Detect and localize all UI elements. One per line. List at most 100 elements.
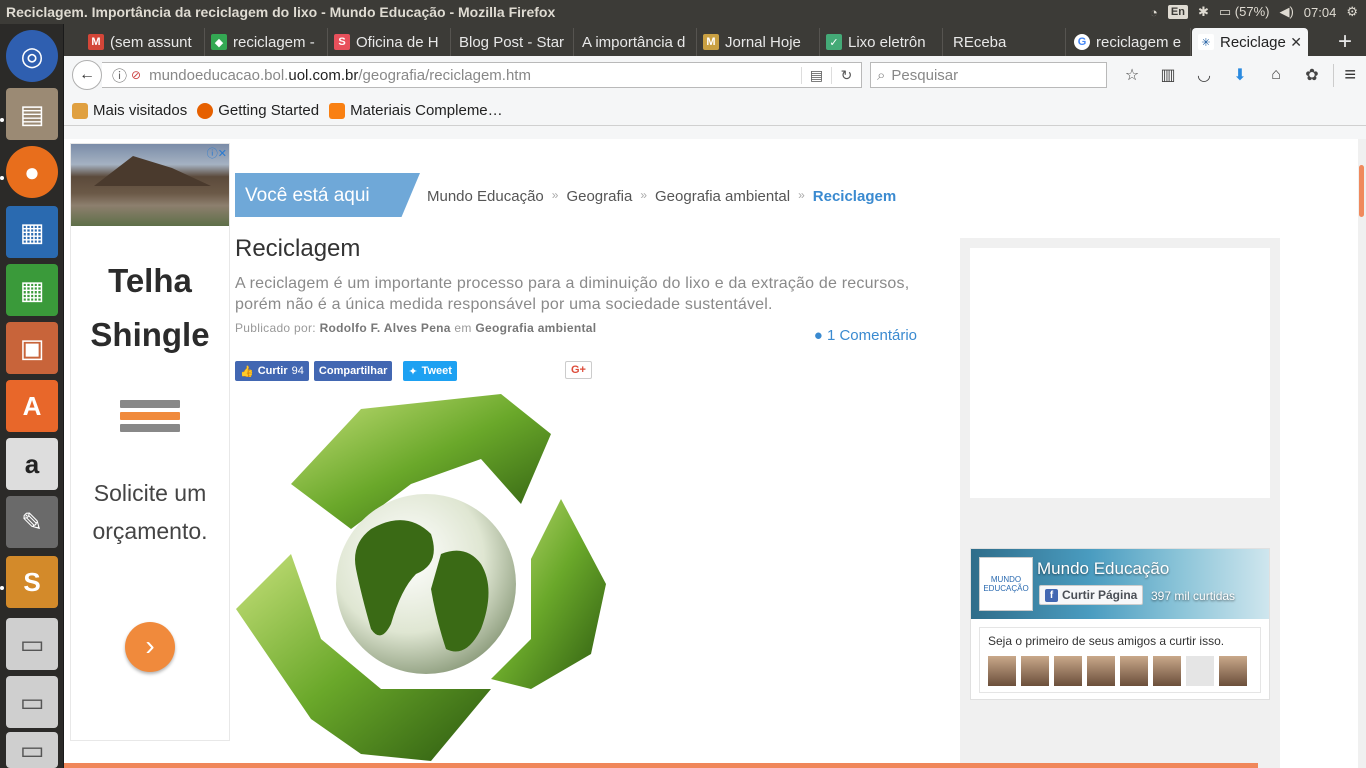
download-icon[interactable]: ⬇ [1222, 65, 1258, 85]
breadcrumb-link[interactable]: Geografia [566, 188, 632, 205]
tab-label: Blog Post - Star [459, 33, 565, 51]
moodle-icon [329, 102, 346, 119]
facebook-like-page-button[interactable]: f Curtir Página [1039, 585, 1144, 605]
pocket-icon[interactable]: ◡ [1186, 65, 1222, 85]
chevron-right-icon: » [551, 188, 559, 202]
clock[interactable]: 07:04 [1304, 5, 1337, 20]
close-tab-icon[interactable]: ✕ [1290, 34, 1302, 51]
avatar[interactable] [1021, 656, 1049, 686]
libreoffice-writer-icon[interactable]: ▦ [6, 206, 58, 258]
ubuntu-dash-icon[interactable]: ◎ [6, 30, 58, 82]
wifi-icon[interactable]: ◔ [1150, 5, 1158, 20]
tab[interactable]: REceba [943, 28, 1066, 56]
breadcrumb-current[interactable]: Reciclagem [813, 188, 896, 205]
avatar[interactable] [1054, 656, 1082, 686]
like-page-label: Curtir Página [1062, 588, 1138, 602]
drive-icon[interactable]: ▭ [6, 618, 58, 670]
library-icon[interactable]: ▥ [1150, 65, 1186, 85]
byline-prefix: Publicado por: [235, 321, 316, 335]
back-button[interactable]: ← [72, 60, 102, 90]
hamburger-menu-icon[interactable]: ≡ [1333, 64, 1356, 87]
site-s-icon: S [334, 34, 350, 50]
search-placeholder: Pesquisar [891, 66, 959, 84]
avatar[interactable] [1087, 656, 1115, 686]
google-icon: G [1074, 34, 1090, 50]
breadcrumb-link[interactable]: Mundo Educação [427, 188, 544, 205]
settings-gear-icon[interactable]: ⚙ [1346, 4, 1358, 20]
new-tab-button[interactable]: + [1338, 28, 1352, 56]
category-link[interactable]: Geografia ambiental [475, 321, 596, 335]
facebook-friends-box: Seja o primeiro de seus amigos a curtir … [979, 627, 1261, 693]
running-indicator [0, 586, 4, 590]
facebook-like-button[interactable]: 👍 Curtir 94 [235, 361, 309, 381]
firefox-window: M (sem assunt ◆ reciclagem - S Oficina de H… [64, 24, 1366, 768]
comments-label: 1 Comentário [826, 327, 917, 344]
avatar[interactable] [1153, 656, 1181, 686]
breadcrumb-link[interactable]: Geografia ambiental [655, 188, 790, 205]
url-bar[interactable]: ⓘ ⊘ mundoeducacao.bol. uol.com.br/geograf… [102, 62, 862, 88]
tab[interactable]: A importância d [574, 28, 697, 56]
ad-house-image [71, 144, 229, 226]
tweet-button[interactable]: ✦ Tweet [403, 361, 457, 381]
mundo-educacao-logo[interactable]: MUNDO EDUCAÇÃO [979, 557, 1033, 611]
ad-next-button[interactable]: › [125, 622, 175, 672]
home-icon[interactable]: ⌂ [1258, 66, 1294, 84]
volume-icon[interactable]: ◀) [1279, 4, 1293, 20]
author-link[interactable]: Rodolfo F. Alves Pena [320, 321, 451, 335]
google-plus-button[interactable]: G+ [565, 361, 592, 379]
ad-subtitle: Solicite um orçamento. [92, 480, 208, 544]
adchoices-icon[interactable]: ⓘ✕ [207, 145, 227, 161]
bluetooth-icon[interactable]: ✱ [1198, 4, 1209, 20]
tab[interactable]: ◆ reciclagem - [205, 28, 328, 56]
libreoffice-calc-icon[interactable]: ▦ [6, 264, 58, 316]
comments-link[interactable]: ● 1 Comentário [814, 327, 917, 344]
tab[interactable]: Greciclagem e [1068, 28, 1191, 56]
tab-bar: M (sem assunt ◆ reciclagem - S Oficina de H… [64, 24, 1366, 56]
extension-icon[interactable]: ✿ [1294, 65, 1330, 85]
bookmark-mais-visitados[interactable]: Mais visitados [72, 102, 187, 119]
search-bar[interactable]: ⌕ Pesquisar [870, 62, 1107, 88]
avatar[interactable] [1219, 656, 1247, 686]
tab[interactable]: M (sem assunt [82, 28, 205, 56]
running-indicator [0, 176, 4, 180]
friends-text: Seja o primeiro de seus amigos a curtir … [988, 634, 1225, 648]
avatar[interactable] [1186, 656, 1214, 686]
avatar[interactable] [988, 656, 1016, 686]
tab[interactable]: Blog Post - Star [451, 28, 574, 56]
article-title: Reciclagem [235, 235, 361, 262]
navigation-toolbar: ← ⓘ ⊘ mundoeducacao.bol. uol.com.br/geogr… [64, 56, 1366, 94]
software-center-icon[interactable]: A [6, 380, 58, 432]
toolbar-icons: ☆ ▥ ◡ ⬇ ⌂ ✿ [1114, 62, 1330, 88]
search-icon: ⌕ [877, 66, 886, 84]
bookmark-materiais[interactable]: Materiais Compleme… [329, 102, 503, 119]
drive-icon[interactable]: ▭ [6, 676, 58, 728]
tab[interactable]: ✓ Lixo eletrôn [820, 28, 943, 56]
tab[interactable]: S Oficina de H [328, 28, 451, 56]
files-icon[interactable]: ▤ [6, 88, 58, 140]
tab-label: Jornal Hoje [725, 33, 801, 51]
ad-banner[interactable]: ⓘ✕ Telha Shingle Solicite um orçamento. … [70, 143, 230, 741]
facebook-page-name[interactable]: Mundo Educação [1037, 559, 1169, 579]
tab[interactable]: M Jornal Hoje [697, 28, 820, 56]
tab-active[interactable]: ✳ Reciclage ✕ [1192, 28, 1308, 56]
bookmark-star-icon[interactable]: ☆ [1114, 65, 1150, 85]
reload-icon[interactable]: ↻ [831, 66, 861, 84]
page-scrollbar[interactable] [1358, 139, 1366, 768]
keyboard-layout-indicator[interactable]: En [1167, 5, 1188, 19]
amazon-icon[interactable]: a [6, 438, 58, 490]
info-icon[interactable]: ⓘ [112, 65, 127, 86]
bookmark-getting-started[interactable]: Getting Started [197, 102, 319, 119]
libreoffice-impress-icon[interactable]: ▣ [6, 322, 58, 374]
scrollbar-thumb[interactable] [1359, 165, 1364, 217]
drive-icon[interactable]: ▭ [6, 732, 58, 768]
facebook-share-button[interactable]: Compartilhar [313, 361, 393, 381]
running-indicator [0, 118, 4, 122]
system-settings-icon[interactable]: ✎ [6, 496, 58, 548]
firefox-icon[interactable]: ● [6, 146, 58, 198]
tab-label: (sem assunt [110, 33, 192, 51]
reader-view-icon[interactable]: ▤ [801, 66, 831, 84]
sublime-text-icon[interactable]: S [6, 556, 58, 608]
battery-indicator[interactable]: ▭ (57%) [1219, 4, 1270, 20]
avatar[interactable] [1120, 656, 1148, 686]
article: Reciclagem A reciclagem é um importante … [235, 235, 925, 381]
